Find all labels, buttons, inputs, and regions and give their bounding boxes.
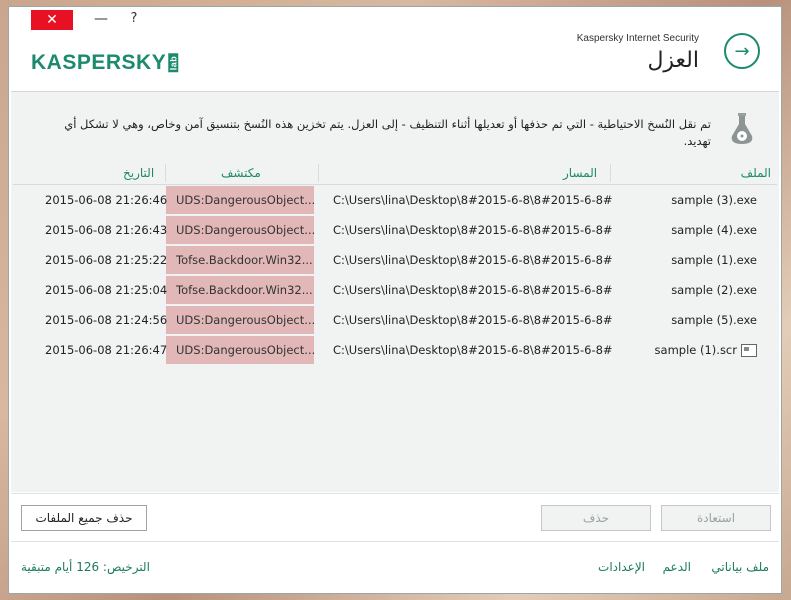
column-header-date[interactable]: التاريخ bbox=[123, 166, 154, 180]
file-name: sample (5).exe bbox=[671, 313, 757, 327]
close-button[interactable]: ✕ bbox=[31, 10, 73, 30]
date-cell: 2015-06-08 21:26:47 bbox=[45, 343, 168, 357]
logo-text: KASPERSKY bbox=[31, 51, 167, 74]
file-name: sample (1).scr bbox=[654, 343, 737, 357]
detection-cell: UDS:DangerousObject... bbox=[166, 216, 315, 244]
footer-links: ملف بياناتي الدعم الإعدادات الترخيص: 126… bbox=[11, 541, 779, 592]
detection-cell: UDS:DangerousObject... bbox=[166, 306, 315, 334]
action-bar: حذف جميع الملفات حذف استعادة bbox=[11, 493, 779, 540]
minimize-icon: — bbox=[94, 11, 108, 27]
product-name: Kaspersky Internet Security bbox=[576, 33, 699, 44]
column-separator bbox=[165, 164, 166, 182]
file-name-cell: sample (1).scr bbox=[655, 335, 757, 365]
flask-icon bbox=[731, 113, 753, 144]
minimize-button[interactable]: — bbox=[89, 9, 113, 29]
path-cell: C:\Users\lina\Desktop\8#2015-6-8\8#2015-… bbox=[333, 253, 613, 267]
file-name-cell: sample (3).exe bbox=[671, 185, 757, 215]
close-icon: ✕ bbox=[46, 12, 58, 28]
kaspersky-logo: KASPERSKY lab bbox=[31, 51, 183, 75]
table-row[interactable]: sample (4).exe C:\Users\lina\Desktop\8#2… bbox=[13, 215, 777, 245]
quarantine-table: الملف المسار مكتشف التاريخ sample (3).ex… bbox=[13, 162, 777, 365]
path-cell: C:\Users\lina\Desktop\8#2015-6-8\8#2015-… bbox=[333, 313, 613, 327]
table-row[interactable]: sample (2).exe C:\Users\lina\Desktop\8#2… bbox=[13, 275, 777, 305]
help-button[interactable]: ? bbox=[125, 10, 143, 28]
support-link[interactable]: الدعم bbox=[663, 560, 691, 574]
column-separator bbox=[318, 164, 319, 182]
table-row[interactable]: sample (3).exe C:\Users\lina\Desktop\8#2… bbox=[13, 185, 777, 215]
settings-link[interactable]: الإعدادات bbox=[598, 560, 645, 574]
file-name-cell: sample (5).exe bbox=[671, 305, 757, 335]
delete-all-button[interactable]: حذف جميع الملفات bbox=[21, 505, 147, 531]
date-cell: 2015-06-08 21:25:04 bbox=[45, 283, 168, 297]
license-status[interactable]: الترخيص: 126 أيام متبقية bbox=[21, 560, 150, 574]
file-name: sample (4).exe bbox=[671, 223, 757, 237]
column-header-detection[interactable]: مكتشف bbox=[221, 166, 261, 180]
path-cell: C:\Users\lina\Desktop\8#2015-6-8\8#2015-… bbox=[333, 343, 613, 357]
page-title: العزل bbox=[647, 48, 699, 73]
info-text: تم نقل النُسخ الاحتياطية - التي تم حذفها… bbox=[64, 117, 711, 148]
delete-button[interactable]: حذف bbox=[541, 505, 651, 531]
file-name-cell: sample (1).exe bbox=[671, 245, 757, 275]
column-header-file[interactable]: الملف bbox=[741, 166, 771, 180]
column-header-path[interactable]: المسار bbox=[563, 166, 597, 180]
column-separator bbox=[610, 164, 611, 182]
table-row[interactable]: sample (5).exe C:\Users\lina\Desktop\8#2… bbox=[13, 305, 777, 335]
quarantine-window: ✕ — ? KASPERSKY lab Kaspersky Internet Se… bbox=[8, 6, 782, 594]
file-name-cell: sample (4).exe bbox=[671, 215, 757, 245]
table-row[interactable]: sample (1).exe C:\Users\lina\Desktop\8#2… bbox=[13, 245, 777, 275]
help-icon: ? bbox=[130, 11, 138, 26]
screensaver-file-icon bbox=[741, 344, 757, 357]
detection-cell: UDS:DangerousObject... bbox=[166, 186, 315, 214]
quarantine-content: تم نقل النُسخ الاحتياطية - التي تم حذفها… bbox=[11, 91, 779, 492]
arrow-right-icon: → bbox=[734, 40, 750, 62]
my-profile-link[interactable]: ملف بياناتي bbox=[711, 560, 769, 574]
path-cell: C:\Users\lina\Desktop\8#2015-6-8\8#2015-… bbox=[333, 283, 613, 297]
path-cell: C:\Users\lina\Desktop\8#2015-6-8\8#2015-… bbox=[333, 223, 613, 237]
table-header: الملف المسار مكتشف التاريخ bbox=[13, 162, 777, 185]
file-name: sample (3).exe bbox=[671, 193, 757, 207]
file-name: sample (2).exe bbox=[671, 283, 757, 297]
detection-cell: UDS:DangerousObject... bbox=[166, 336, 315, 364]
file-name: sample (1).exe bbox=[671, 253, 757, 267]
date-cell: 2015-06-08 21:25:22 bbox=[45, 253, 168, 267]
go-button[interactable]: → bbox=[724, 33, 760, 69]
detection-cell: Tofse.Backdoor.Win32... bbox=[166, 246, 314, 274]
date-cell: 2015-06-08 21:26:43 bbox=[45, 223, 168, 237]
file-name-cell: sample (2).exe bbox=[671, 275, 757, 305]
detection-cell: Tofse.Backdoor.Win32... bbox=[166, 276, 314, 304]
date-cell: 2015-06-08 21:24:56 bbox=[45, 313, 168, 327]
table-body: sample (3).exe C:\Users\lina\Desktop\8#2… bbox=[13, 185, 777, 365]
restore-button[interactable]: استعادة bbox=[661, 505, 771, 531]
date-cell: 2015-06-08 21:26:46 bbox=[45, 193, 168, 207]
table-row[interactable]: sample (1).scr C:\Users\lina\Desktop\8#2… bbox=[13, 335, 777, 365]
logo-lab: lab bbox=[168, 54, 179, 73]
path-cell: C:\Users\lina\Desktop\8#2015-6-8\8#2015-… bbox=[333, 193, 613, 207]
